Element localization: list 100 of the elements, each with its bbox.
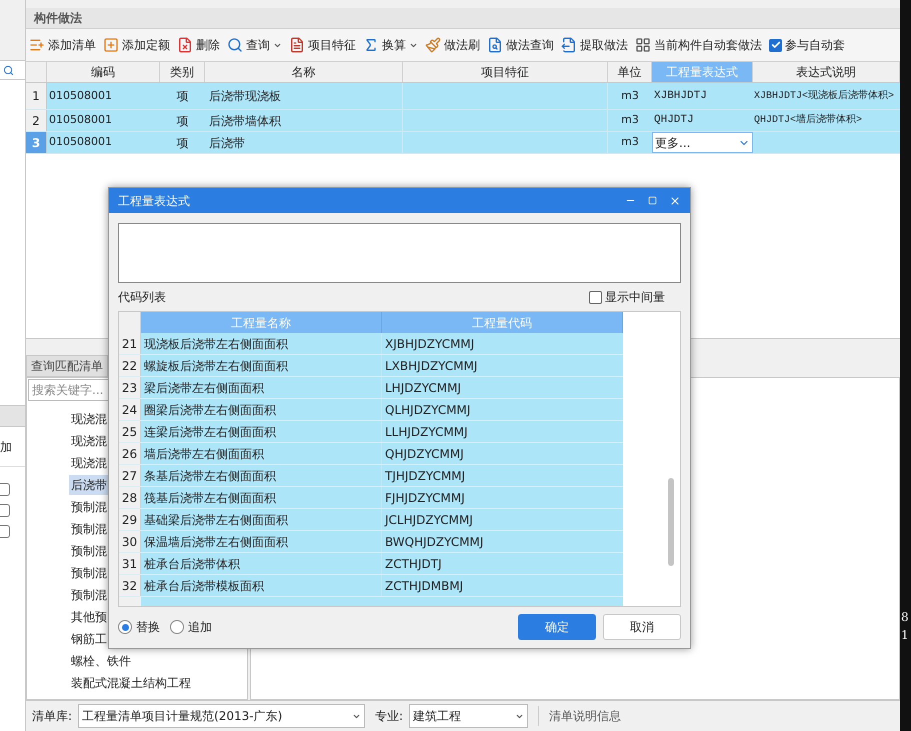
specialty-dropdown[interactable]: 建筑工程 bbox=[409, 704, 528, 728]
table-cell[interactable]: LHJDZYCMMJ bbox=[382, 377, 623, 398]
table-cell-text: 项 bbox=[176, 134, 190, 152]
drawing-canvas[interactable]: 8 1 bbox=[900, 0, 911, 731]
table-cell[interactable]: 桩承台后浇带模板面积 bbox=[141, 575, 382, 596]
tree-item[interactable]: 预制混 bbox=[69, 585, 109, 605]
radio-button[interactable] bbox=[118, 620, 132, 634]
tree-item[interactable]: 预制混 bbox=[69, 497, 109, 517]
table-cell[interactable]: 梁后浇带左右侧面面积 bbox=[141, 377, 382, 398]
tree-item[interactable]: 预制混 bbox=[69, 563, 109, 583]
toolbar-button[interactable]: 当前构件自动套做法 bbox=[635, 36, 762, 54]
table-row[interactable]: 30 保温墙后浇带左右侧面面积 BWQHJDZYCMMJ bbox=[119, 531, 623, 553]
table-row[interactable]: 29 基础梁后浇带左右侧面面积 JCLHJDZYCMMJ bbox=[119, 509, 623, 531]
table-cell[interactable]: JCLHJDZYCMMJ bbox=[382, 509, 623, 530]
checkbox[interactable] bbox=[0, 504, 10, 517]
table-row[interactable]: 21 现浇板后浇带左右侧面面积 XJBHJDZYCMMJ bbox=[119, 333, 623, 355]
table-row[interactable]: 22 螺旋板后浇带左右侧面面积 LXBHJDZYCMMJ bbox=[119, 355, 623, 377]
radio-label: 替换 bbox=[136, 619, 160, 636]
file-export-icon bbox=[561, 37, 577, 53]
table-cell[interactable]: LLHJDZYCMMJ bbox=[382, 421, 623, 442]
checkbox[interactable] bbox=[0, 483, 10, 496]
search-icon[interactable] bbox=[3, 64, 14, 76]
toolbar-button[interactable]: 删除 bbox=[177, 36, 220, 54]
table-cell[interactable]: 保温墙后浇带左右侧面面积 bbox=[141, 531, 382, 552]
library-dropdown[interactable]: 工程量清单项目计量规范(2013-广东) bbox=[78, 704, 366, 728]
table-cell[interactable]: 桩承台后浇带体积 bbox=[141, 553, 382, 574]
table-cell[interactable]: LXBHJDZYCMMJ bbox=[382, 355, 623, 376]
row-number: 26 bbox=[119, 443, 141, 464]
column-header[interactable]: 名称 bbox=[205, 62, 403, 82]
list-plus-icon bbox=[29, 37, 45, 53]
toolbar-button[interactable]: 项目特征 bbox=[289, 36, 356, 54]
table-row[interactable]: 1 010508001 项 后浇带现浇板 m3 XJBHJDTJ XJBHJDTJ<现浇板后浇带体积> bbox=[26, 83, 900, 110]
checkbox[interactable] bbox=[589, 290, 602, 304]
toolbar-button[interactable]: 做法刷 bbox=[425, 36, 480, 54]
table-cell[interactable]: 墙后浇带左右侧面面积 bbox=[141, 443, 382, 464]
info-link[interactable]: 清单说明信息 bbox=[549, 707, 622, 725]
row-number[interactable]: 2 bbox=[26, 110, 47, 131]
table-row[interactable]: 23 梁后浇带左右侧面面积 LHJDZYCMMJ bbox=[119, 377, 623, 399]
table-row[interactable]: 24 圈梁后浇带左右侧面面积 QLHJDZYCMMJ bbox=[119, 399, 623, 421]
row-number: 30 bbox=[119, 531, 141, 552]
expression-dropdown[interactable]: 更多... bbox=[652, 132, 753, 153]
tree-item[interactable]: 现浇混 bbox=[69, 431, 109, 451]
table-cell[interactable]: BWQHJDZYCMMJ bbox=[382, 531, 623, 552]
table-cell[interactable]: ZCTHJDMBMJ bbox=[382, 575, 623, 596]
table-cell[interactable]: 基础梁后浇带左右侧面面积 bbox=[141, 509, 382, 530]
expression-field[interactable] bbox=[118, 223, 681, 283]
table-cell[interactable]: 圈梁后浇带左右侧面面积 bbox=[141, 399, 382, 420]
search-field[interactable]: 搜索关键字... bbox=[28, 379, 110, 401]
toolbar-button[interactable]: 添加清单 bbox=[29, 36, 96, 54]
toolbar-button[interactable]: 做法查询 bbox=[487, 36, 554, 54]
tree-item[interactable]: 预制混 bbox=[69, 541, 109, 561]
checkbox[interactable] bbox=[0, 525, 10, 538]
table-row[interactable]: 28 筏基后浇带左右侧面面积 FJHJDZYCMMJ bbox=[119, 487, 623, 509]
maximize-icon[interactable] bbox=[648, 196, 657, 205]
table-cell[interactable]: 条基后浇带左右侧面面积 bbox=[141, 465, 382, 486]
column-header[interactable]: 类别 bbox=[160, 62, 205, 82]
table-cell[interactable]: ZCTHJDTJ bbox=[382, 553, 623, 574]
table-cell[interactable]: 现浇板后浇带左右侧面面积 bbox=[141, 333, 382, 354]
table-cell[interactable]: 螺旋板后浇带左右侧面面积 bbox=[141, 355, 382, 376]
table-cell[interactable]: FJHJDZYCMMJ bbox=[382, 487, 623, 508]
row-number: 29 bbox=[119, 509, 141, 530]
table-row[interactable]: 32 桩承台后浇带模板面积 ZCTHJDMBMJ bbox=[119, 575, 623, 597]
toolbar-button[interactable]: 添加定额 bbox=[103, 36, 170, 54]
table-cell[interactable]: TJHJDZYCMMJ bbox=[382, 465, 623, 486]
table-cell[interactable]: QLHJDZYCMMJ bbox=[382, 399, 623, 420]
row-number: 23 bbox=[119, 377, 141, 398]
tree-item[interactable]: 预制混 bbox=[69, 519, 109, 539]
column-header[interactable]: 编码 bbox=[47, 62, 160, 82]
scrollbar-thumb[interactable] bbox=[668, 478, 674, 566]
table-row[interactable]: 3 010508001 项 后浇带 m3 更多... bbox=[26, 132, 900, 154]
tree-item[interactable]: 其他预 bbox=[69, 607, 109, 627]
toolbar-button[interactable]: 提取做法 bbox=[561, 36, 628, 54]
table-row[interactable]: 31 桩承台后浇带体积 ZCTHJDTJ bbox=[119, 553, 623, 575]
panel-tab[interactable]: 查询匹配清单 bbox=[26, 355, 108, 377]
tree-item[interactable]: 螺栓、铁件 bbox=[69, 651, 133, 671]
table-cell[interactable]: XJBHJDZYCMMJ bbox=[382, 333, 623, 354]
table-row[interactable]: 26 墙后浇带左右侧面面积 QHJDZYCMMJ bbox=[119, 443, 623, 465]
table-row[interactable]: 25 连梁后浇带左右侧面面积 LLHJDZYCMMJ bbox=[119, 421, 623, 443]
tree-item[interactable]: 现浇混 bbox=[69, 453, 109, 473]
toolbar-button[interactable]: 换算 bbox=[363, 36, 418, 54]
table-cell: 后浇带 bbox=[205, 132, 403, 153]
toolbar-button[interactable]: 查询 bbox=[227, 36, 282, 54]
tree-item[interactable]: 后浇带 bbox=[69, 475, 109, 495]
column-header[interactable]: 项目特征 bbox=[403, 62, 608, 82]
tree-item[interactable]: 装配式混凝土结构工程 bbox=[69, 673, 193, 693]
table-cell[interactable]: QHJDZYCMMJ bbox=[382, 443, 623, 464]
checkbox[interactable] bbox=[769, 38, 782, 52]
row-number: 25 bbox=[119, 421, 141, 442]
row-number[interactable]: 1 bbox=[26, 83, 47, 109]
table-cell[interactable]: 筏基后浇带左右侧面面积 bbox=[141, 487, 382, 508]
tree-item[interactable]: 现浇混 bbox=[69, 409, 109, 429]
tree-item[interactable]: 钢筋工 bbox=[69, 629, 109, 649]
table-cell[interactable]: 连梁后浇带左右侧面面积 bbox=[141, 421, 382, 442]
dialog-button[interactable]: 确定 bbox=[518, 614, 596, 640]
close-icon[interactable] bbox=[669, 194, 681, 206]
dialog-button[interactable]: 取消 bbox=[603, 614, 681, 640]
row-number: 27 bbox=[119, 465, 141, 486]
table-row[interactable]: 2 010508001 项 后浇带墙体积 m3 QHJDTJ QHJDTJ<墙后浇带体积> bbox=[26, 110, 900, 132]
radio-button[interactable] bbox=[170, 620, 184, 634]
table-row[interactable]: 27 条基后浇带左右侧面面积 TJHJDZYCMMJ bbox=[119, 465, 623, 487]
